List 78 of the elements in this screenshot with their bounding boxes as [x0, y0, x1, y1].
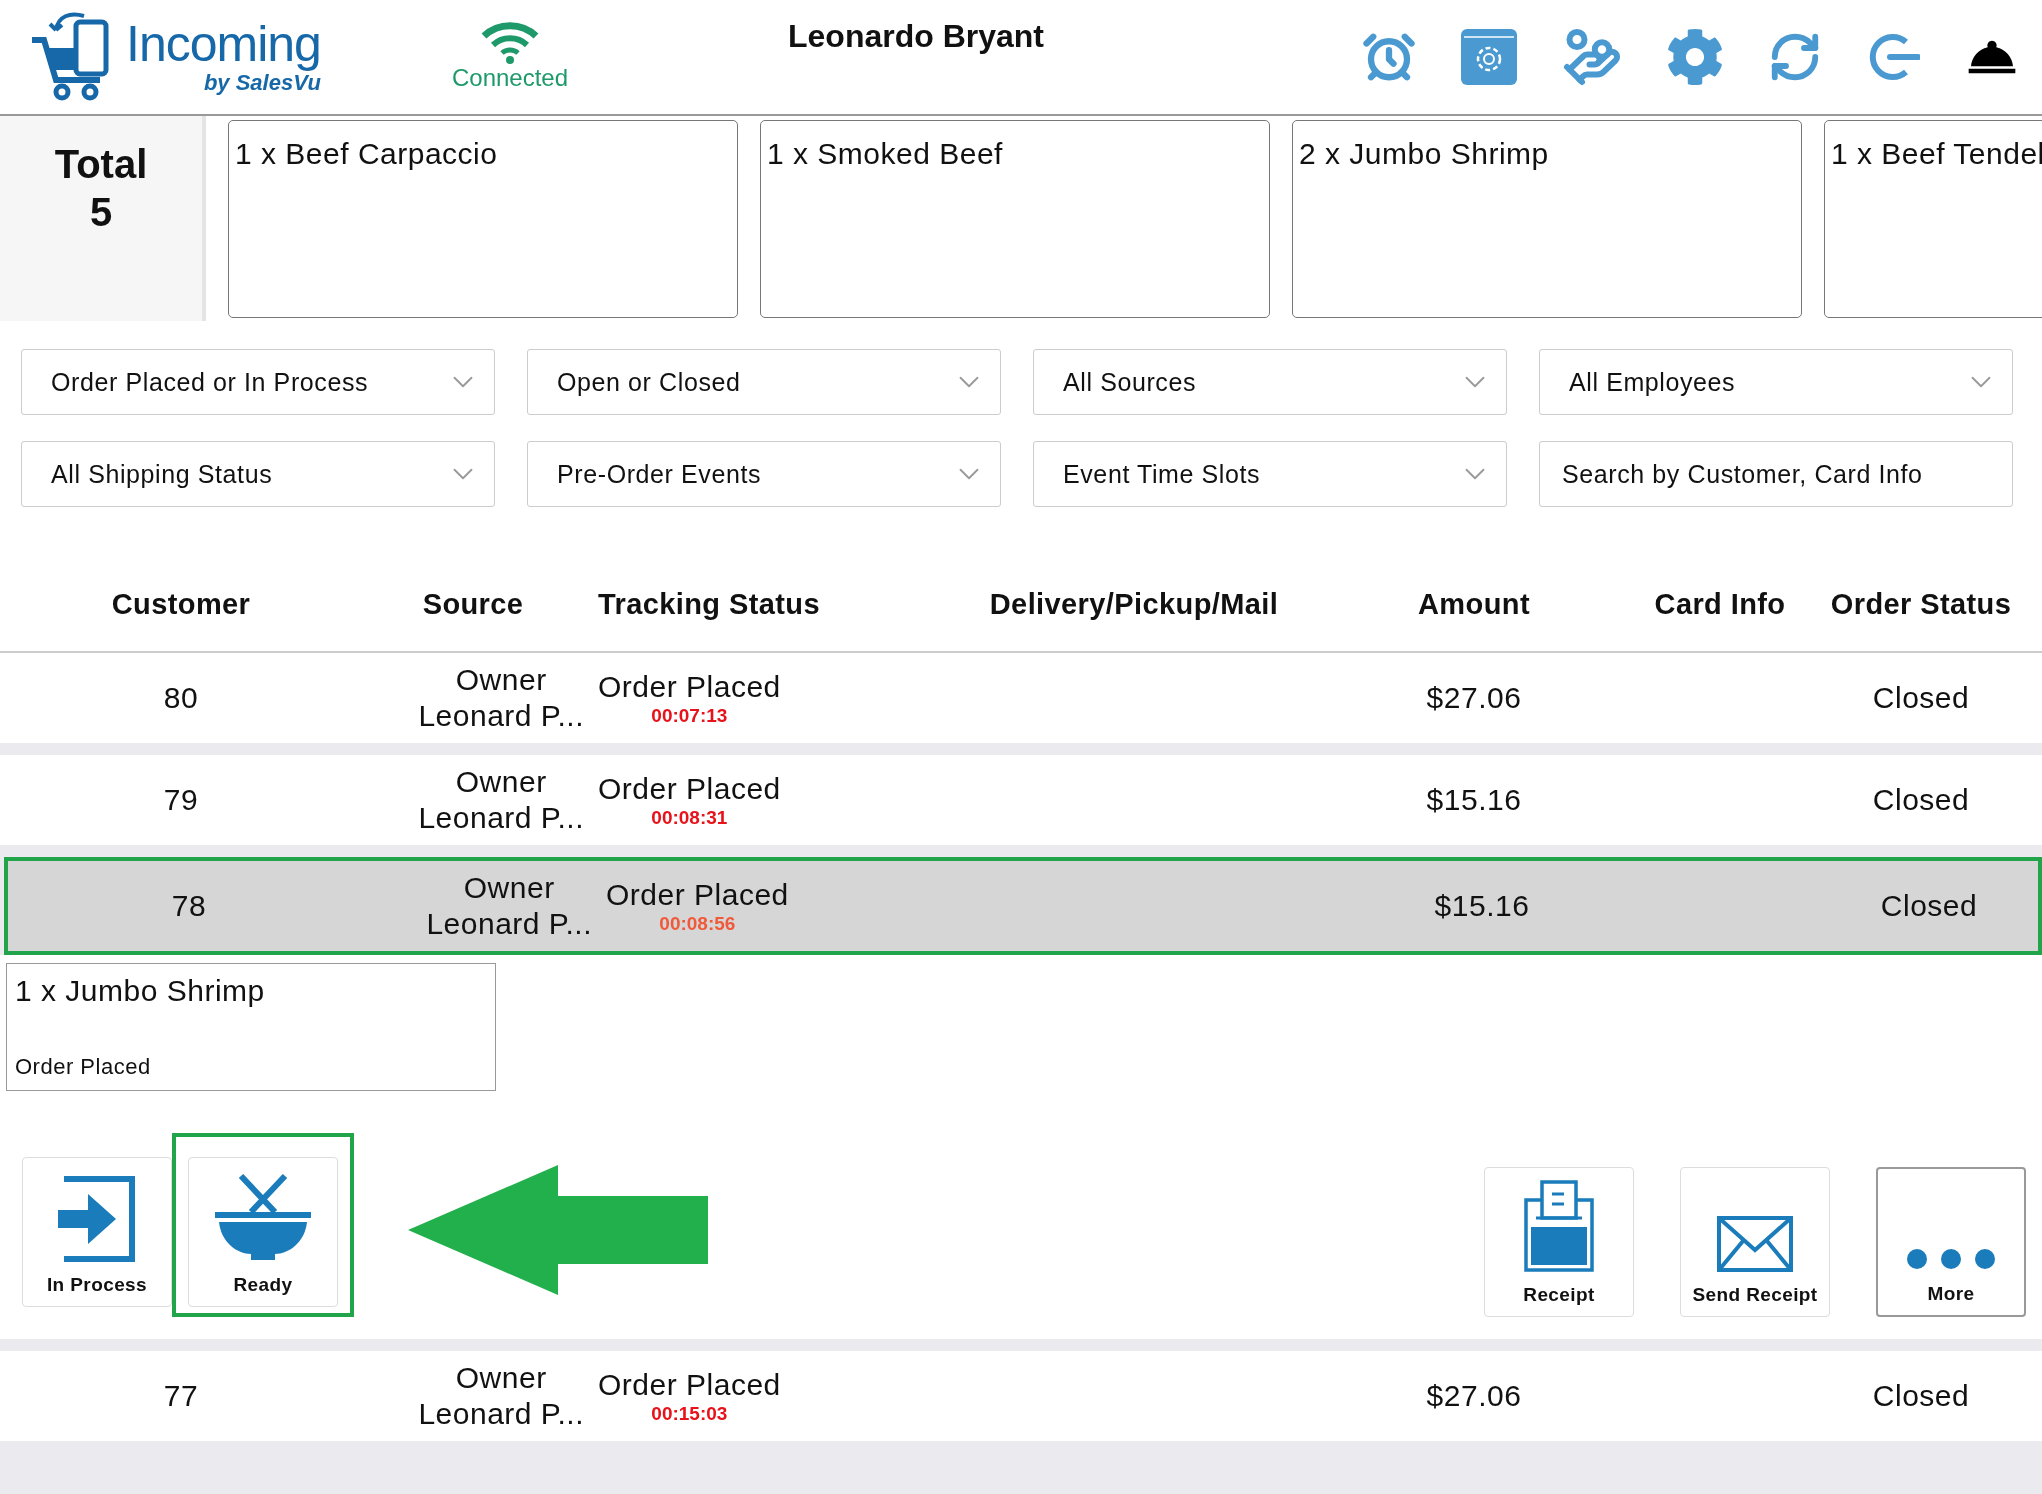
receipt-icon	[1524, 1180, 1594, 1272]
total-label: Total	[54, 141, 148, 188]
customer-cell: 77	[163, 1379, 199, 1413]
column-header: Card Info	[1654, 588, 1786, 621]
source-type: Owner	[455, 1360, 547, 1396]
amount-cell: $15.16	[1426, 783, 1522, 817]
item-name: 1 x Beef Carpaccio	[235, 136, 498, 170]
envelope-icon	[1717, 1216, 1793, 1272]
column-header: Amount	[1418, 588, 1530, 621]
order-row[interactable]: 78 Owner Leonard P... Order Placed 00:08:56 $15.16 Closed	[4, 857, 2042, 955]
order-row[interactable]: 80 Owner Leonard P... Order Placed 00:07:13 $27.06 Closed	[0, 653, 2042, 743]
column-header: Delivery/Pickup/Mail	[989, 588, 1279, 621]
tracking-status: Order Placed	[598, 1367, 781, 1403]
column-header: Tracking Status	[598, 588, 820, 621]
source-type: Owner	[463, 870, 555, 906]
item-card[interactable]: 2 x Jumbo Shrimp	[1292, 119, 1802, 318]
connection-status: Connected	[451, 64, 569, 92]
customer-cell: 78	[171, 889, 207, 923]
source-name: Leonard P...	[418, 698, 584, 734]
filter-dropdown[interactable]: Event Time Slots	[1033, 441, 1507, 507]
more-icon	[1906, 1247, 1996, 1271]
column-header: Source	[422, 588, 524, 621]
wifi-icon	[481, 22, 539, 64]
filter-dropdown[interactable]: All Employees	[1539, 349, 2013, 415]
item-name: 2 x Jumbo Shrimp	[1299, 136, 1549, 170]
send-receipt-button[interactable]: Send Receipt	[1680, 1167, 1830, 1317]
filter-dropdown[interactable]: Open or Closed	[527, 349, 1001, 415]
column-header: Order Status	[1830, 588, 2012, 621]
amount-cell: $27.06	[1426, 1379, 1522, 1413]
source-name: Leonard P...	[418, 800, 584, 836]
source-name: Leonard P...	[418, 1396, 584, 1432]
status-cell: Closed	[1872, 681, 1970, 715]
enter-icon	[58, 1176, 136, 1262]
item-name: 1 x Jumbo Shrimp	[15, 974, 266, 1008]
filter-dropdown[interactable]: Pre-Order Events	[527, 441, 1001, 507]
bowl-icon	[213, 1174, 313, 1262]
column-header: Customer	[111, 588, 251, 621]
item-name: 1 x Smoked Beef	[767, 136, 1003, 170]
in-process-button[interactable]: In Process	[22, 1157, 172, 1307]
status-cell: Closed	[1880, 889, 1978, 923]
tracking-status: Order Placed	[606, 877, 789, 913]
customer-cell: 80	[163, 681, 199, 715]
tracking-status: Order Placed	[598, 771, 781, 807]
item-card[interactable]: 1 x Smoked Beef	[760, 119, 1270, 318]
customer-cell: 79	[163, 783, 199, 817]
source-type: Owner	[455, 764, 547, 800]
amount-cell: $27.06	[1426, 681, 1522, 715]
elapsed-timer: 00:07:13	[651, 705, 728, 727]
receipt-button[interactable]: Receipt	[1484, 1167, 1634, 1317]
item-card[interactable]: 1 x Beef Tendel	[1824, 119, 2042, 318]
settings-icon[interactable]	[1666, 28, 1724, 86]
item-status: Order Placed	[15, 1054, 152, 1080]
logo-subtitle: by SalesVu	[203, 70, 321, 96]
elapsed-timer: 00:15:03	[651, 1403, 728, 1425]
item-card[interactable]: 1 x Beef Carpaccio	[228, 119, 738, 318]
source-name: Leonard P...	[426, 906, 592, 942]
tracking-status: Order Placed	[598, 669, 781, 705]
status-cell: Closed	[1872, 1379, 1970, 1413]
item-name: 1 x Beef Tendel	[1831, 136, 2042, 170]
filter-dropdown[interactable]: Order Placed or In Process	[21, 349, 495, 415]
logo-title: Incoming	[126, 18, 321, 70]
order-row[interactable]: 77 Owner Leonard P... Order Placed 00:15:03 $27.06 Closed	[0, 1351, 2042, 1441]
user-name: Leonardo Bryant	[788, 18, 1044, 55]
source-type: Owner	[455, 662, 547, 698]
settings-box-icon[interactable]	[1460, 28, 1518, 86]
amount-cell: $15.16	[1434, 889, 1530, 923]
elapsed-timer: 00:08:31	[651, 807, 728, 829]
status-cell: Closed	[1872, 783, 1970, 817]
ready-button[interactable]: Ready	[188, 1157, 338, 1307]
order-row[interactable]: 79 Owner Leonard P... Order Placed 00:08:31 $15.16 Closed	[0, 755, 2042, 845]
more-button[interactable]: More	[1876, 1167, 2026, 1317]
item-card[interactable]: 1 x Jumbo Shrimp Order Placed	[6, 963, 496, 1091]
filter-dropdown[interactable]: All Sources	[1033, 349, 1507, 415]
elapsed-timer: 00:08:56	[659, 913, 736, 935]
total-count: 5	[89, 189, 113, 236]
hand-money-icon[interactable]	[1562, 27, 1622, 87]
search-field[interactable]: Search by Customer, Card Info	[1539, 441, 2013, 507]
filter-dropdown[interactable]: All Shipping Status	[21, 441, 495, 507]
